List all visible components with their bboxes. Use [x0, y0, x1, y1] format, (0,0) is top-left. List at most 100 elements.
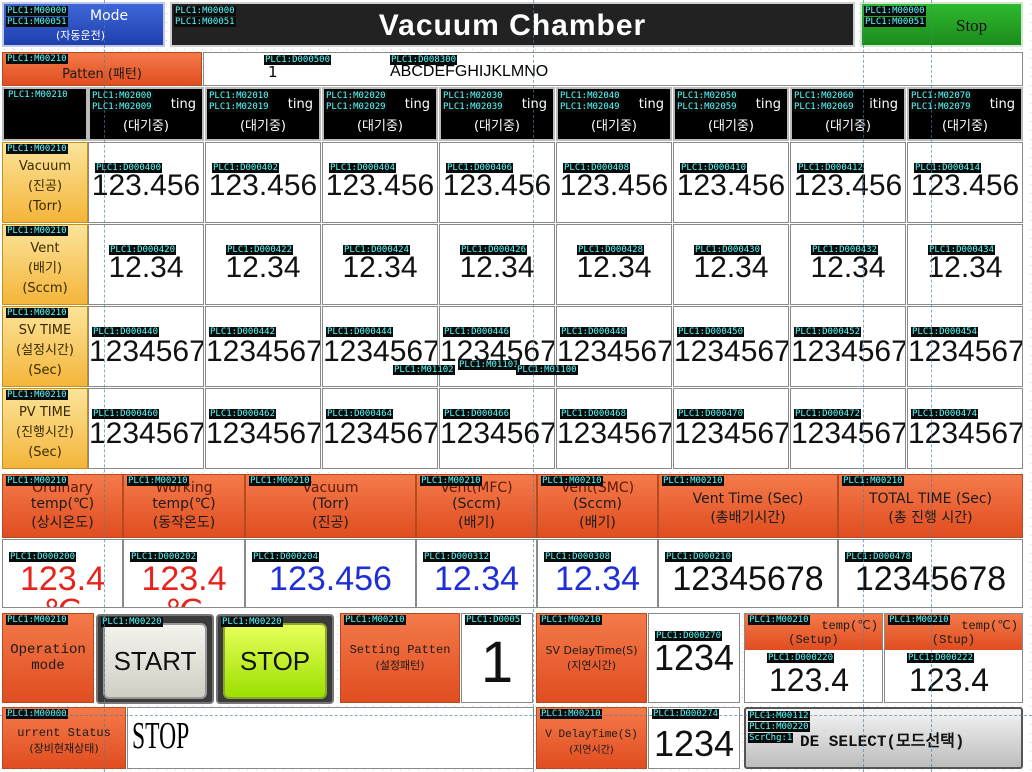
plc-tag: PLC1:M00210 — [7, 90, 69, 100]
grid-cell[interactable]: PLC1:D000404 123.456 — [322, 142, 438, 223]
guide-line — [0, 715, 1032, 716]
plc-tag: PLC1:M00210 — [249, 476, 311, 486]
plc-tag: PLC1:D000414 — [914, 163, 982, 173]
plc-tag: PLC1:M02020 — [325, 91, 387, 101]
current-status-label: PLC1:M00000 urrent Status (장비현재상태) — [2, 707, 126, 769]
grid-cell[interactable]: PLC1:D000450 1234567 — [673, 306, 789, 387]
pv-delay-label: PLC1:M00210 V DelayTime(S) (지연시간) — [536, 707, 647, 769]
step-header-5: PLC1:M02040 PLC1:M02049 ting (대기중) — [556, 87, 672, 141]
grid-cell[interactable]: PLC1:D000464 1234567 — [322, 388, 438, 469]
plc-tag: PLC1:D000426 — [460, 245, 528, 255]
status-header-l3: (동작온도) — [152, 515, 216, 531]
grid-cell-value: 12.34 — [225, 251, 301, 284]
plc-tag: PLC1:M00000 — [6, 6, 68, 16]
grid-cell[interactable]: PLC1:D000462 1234567 — [205, 388, 321, 469]
start-button-label: START — [113, 646, 197, 676]
grid-cell[interactable]: PLC1:D000430 12.34 — [673, 224, 789, 305]
status-value-text: 123.4 ℃ — [141, 560, 227, 607]
grid-cell[interactable]: PLC1:D000406 123.456 — [439, 142, 555, 223]
grid-cell[interactable]: PLC1:D000466 1234567 — [439, 388, 555, 469]
sv-delay-value[interactable]: PLC1:D000270 1234 — [648, 613, 740, 703]
plc-tag: PLC1:M02060 — [793, 91, 855, 101]
page-title: Vacuum Chamber — [378, 9, 647, 42]
grid-cell[interactable]: PLC1:D000412 123.456 — [790, 142, 906, 223]
grid-cell-value: 12.34 — [810, 251, 886, 284]
grid-cell[interactable]: PLC1:D000428 12.34 — [556, 224, 672, 305]
row-label-4: PLC1:M00210 PV TIME (진행시간) (Sec) — [2, 388, 88, 469]
plc-tag: PLC1:M00210 — [6, 54, 68, 64]
plc-tag: PLC1:M00210 — [662, 476, 724, 486]
step-header-status: ting — [638, 97, 664, 112]
row-label-text: (Torr) — [27, 198, 63, 214]
grid-cell[interactable]: PLC1:D000420 12.34 — [88, 224, 204, 305]
status-value-3: PLC1:D000204 123.456 — [245, 539, 416, 608]
start-button[interactable]: PLC1:M00220 START — [96, 614, 214, 704]
status-header-l3: (진공) — [312, 515, 349, 531]
guide-line — [931, 0, 932, 772]
step-header-status: ting — [287, 97, 313, 112]
temp-stup-l1: temp(℃) — [961, 618, 1018, 633]
grid-cell-value: 1234567 — [206, 417, 321, 450]
pv-delay-l2: (지연시간) — [569, 744, 614, 756]
plc-tag: PLC1:D000444 — [326, 327, 394, 337]
grid-cell[interactable]: PLC1:D000468 1234567 — [556, 388, 672, 469]
grid-cell[interactable]: PLC1:D000422 12.34 — [205, 224, 321, 305]
plc-tag: PLC1:M00210 — [888, 615, 950, 625]
plc-tag: PLC1:D000474 — [911, 409, 979, 419]
plc-tag: PLC1:M02049 — [559, 102, 621, 112]
grid-cell-value: 1234567 — [206, 335, 321, 368]
grid-cell[interactable]: PLC1:D000442 1234567 — [205, 306, 321, 387]
plc-tag: PLC1:M00220 — [221, 617, 283, 627]
plc-tag: PLC1:D000430 — [694, 245, 762, 255]
plc-tag: PLC1:D000468 — [560, 409, 628, 419]
plc-tag: PLC1:D000432 — [811, 245, 879, 255]
grid-cell[interactable]: PLC1:D000402 123.456 — [205, 142, 321, 223]
row-label-text: PV TIME — [18, 404, 72, 420]
grid-cell[interactable]: PLC1:D000426 12.34 — [439, 224, 555, 305]
temp-setup-l2: (Setup) — [788, 632, 839, 647]
grid-cell[interactable]: PLC1:D000400 123.456 — [88, 142, 204, 223]
plc-tag: PLC1:M00210 — [344, 615, 406, 625]
grid-cell[interactable]: PLC1:D000454 1234567 — [907, 306, 1023, 387]
temp-stup-panel[interactable]: temp(℃) (Stup) PLC1:M00210 PLC1:D000222 … — [884, 613, 1023, 703]
stop-button-label: STOP — [239, 646, 311, 676]
sv-delay-l2: (지연시간) — [566, 658, 617, 672]
grid-cell-value: 1234567 — [674, 417, 789, 450]
grid-corner: PLC1:M00210 — [2, 87, 88, 141]
status-value-text: 12.34 — [433, 560, 520, 598]
row-label-1: PLC1:M00210 Vacuum (진공) (Torr) — [2, 142, 88, 223]
current-status-display: STOP — [127, 707, 534, 769]
mode-button[interactable]: PLC1:M00000 PLC1:M00051 Mode (자동운전) — [2, 2, 165, 47]
grid-cell[interactable]: PLC1:D000472 1234567 — [790, 388, 906, 469]
setting-patten-value[interactable]: PLC1:D0005 1 — [461, 613, 533, 703]
temp-setup-value: 123.4 — [769, 662, 850, 698]
current-status-l2: (장비현재상태) — [29, 742, 99, 755]
status-value-4: PLC1:D000312 12.34 — [416, 539, 537, 608]
grid-cell[interactable]: PLC1:D000434 12.34 — [907, 224, 1023, 305]
plc-tag: PLC1:M02040 — [559, 91, 621, 101]
status-header-l2: temp(℃) — [152, 496, 216, 512]
grid-cell[interactable]: PLC1:D000452 1234567 — [790, 306, 906, 387]
hmi-screen: PLC1:M00000 PLC1:M00051 Mode (자동운전) PLC1… — [0, 0, 1032, 772]
step-header-4: PLC1:M02030 PLC1:M02039 ting (대기중) — [439, 87, 555, 141]
grid-cell[interactable]: PLC1:D000440 1234567 — [88, 306, 204, 387]
mode-select-button[interactable]: PLC1:M00112 PLC1:M00220 ScrChg:1 DE SELE… — [744, 707, 1023, 769]
stop-button[interactable]: PLC1:M00220 STOP — [216, 614, 334, 704]
grid-cell[interactable]: PLC1:D000408 123.456 — [556, 142, 672, 223]
plc-tag: PLC1:M02079 — [910, 102, 972, 112]
stop-header-button[interactable]: PLC1:M00000 PLC1:M00051 Stop — [860, 2, 1023, 47]
plc-tag: PLC1:M02070 — [910, 91, 972, 101]
grid-cell[interactable]: PLC1:D000470 1234567 — [673, 388, 789, 469]
grid-cell-value: 123.456 — [325, 169, 435, 202]
grid-cell[interactable]: PLC1:D000424 12.34 — [322, 224, 438, 305]
grid-cell[interactable]: PLC1:D000474 1234567 — [907, 388, 1023, 469]
grid-cell-value: 12.34 — [927, 251, 1003, 284]
grid-cell[interactable]: PLC1:D000414 123.456 — [907, 142, 1023, 223]
grid-cell-value: 1234567 — [908, 335, 1023, 368]
plc-tag: PLC1:D000470 — [677, 409, 745, 419]
status-value-6: PLC1:D000210 12345678 — [658, 539, 838, 608]
grid-cell[interactable]: PLC1:D000460 1234567 — [88, 388, 204, 469]
status-header-l3: (배기) — [579, 515, 616, 531]
grid-cell[interactable]: PLC1:D000410 123.456 — [673, 142, 789, 223]
grid-cell[interactable]: PLC1:D000432 12.34 — [790, 224, 906, 305]
